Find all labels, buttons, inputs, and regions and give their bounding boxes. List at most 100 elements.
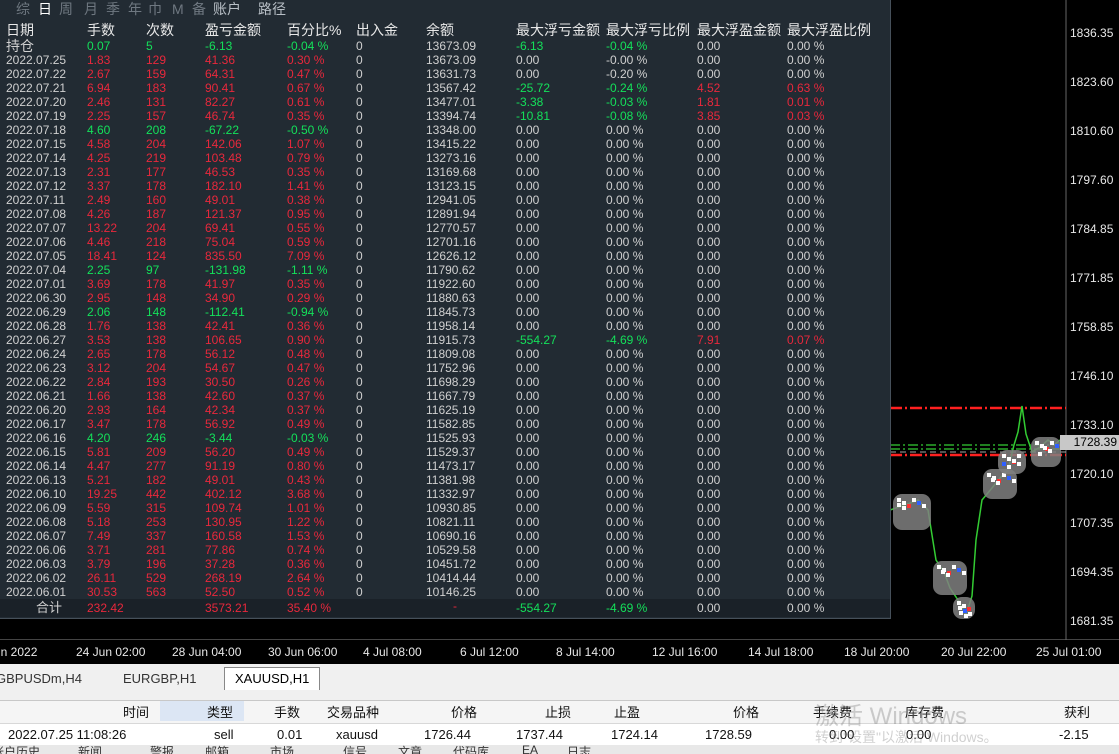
stats-tab-4[interactable]: 季 [106,1,120,17]
stats-cell: 26.11 [87,571,117,585]
trade-marker[interactable] [1038,452,1042,456]
stats-tab-1[interactable]: 日 [38,1,52,17]
trade-marker[interactable] [902,501,906,505]
stats-tab-3[interactable]: 月 [84,1,98,17]
symbol-tab-1[interactable]: EURGBP,H1 [123,670,196,688]
trade-marker[interactable] [957,568,961,572]
trade-marker[interactable] [962,604,966,608]
trade-marker[interactable] [937,565,941,569]
bottom-tab-2[interactable]: 警报 [150,745,174,754]
trade-marker[interactable] [959,611,963,615]
stats-cell: 10930.85 [426,501,477,515]
bottom-tab-1[interactable]: 新闻 [78,745,102,754]
stats-tab-5[interactable]: 年 [128,1,142,17]
trade-marker[interactable] [902,506,906,510]
trade-marker[interactable] [922,504,926,508]
stats-tab-7[interactable]: M [172,1,184,17]
stats-cell: 7.91 [697,333,721,347]
trade-marker[interactable] [968,612,972,616]
stats-cell: 0.00 [697,431,721,445]
stats-cell: -131.98 [205,263,246,277]
stats-cell: 268.19 [205,571,242,585]
trade-marker[interactable] [1048,449,1052,453]
bottom-tab-9[interactable]: 日志 [567,745,591,754]
stats-cell: 10821.11 [426,515,476,529]
trade-marker[interactable] [1012,479,1016,483]
trade-marker[interactable] [958,606,962,610]
trade-marker[interactable] [917,501,921,505]
trade-marker[interactable] [897,503,901,507]
stats-cell: 0 [356,319,363,333]
stats-cell: 13123.15 [426,179,477,193]
stats-tab-6[interactable]: 巾 [148,1,162,17]
stats-tab-2[interactable]: 周 [59,1,73,17]
stats-cell: 12626.12 [426,249,477,263]
stats-tab-8[interactable]: 备 [192,1,206,17]
trade-marker[interactable] [897,498,901,502]
bottom-tab-0[interactable]: 帐户历史 [0,745,40,754]
stats-cell: 182 [146,473,167,487]
trade-marker[interactable] [1035,441,1039,445]
trade-marker[interactable] [987,473,991,477]
total-max-float-profit: 0.00 [697,601,721,615]
bottom-tab-5[interactable]: 信号 [343,745,367,754]
stats-cell: 0.00 % [787,361,825,375]
trade-marker[interactable] [1002,454,1006,458]
trade-marker[interactable] [946,573,950,577]
trade-marker[interactable] [1007,457,1011,461]
stats-tab-0[interactable]: 综 [16,1,30,17]
stats-cell: 2.64 % [287,571,325,585]
trade-marker[interactable] [962,571,966,575]
trade-marker[interactable] [1002,462,1006,466]
stats-cell: 183 [146,81,167,95]
trade-marker[interactable] [1007,465,1011,469]
stats-cell: 0.00 [697,221,721,235]
stats-tab-9[interactable]: 账户 [213,1,241,17]
stats-cell: 2022.07.15 [6,137,67,151]
stats-cell: 0.00 [516,347,540,361]
trade-cell-1: sell [214,727,234,742]
trade-marker[interactable] [1043,446,1047,450]
stats-cell: 2022.06.09 [6,501,67,515]
trade-marker[interactable] [991,478,995,482]
total-percent: 35.40 % [287,601,332,615]
trade-marker[interactable] [963,609,967,613]
trade-marker[interactable] [967,607,971,611]
stats-cell: 0.00 % [606,585,644,599]
trade-marker[interactable] [912,498,916,502]
stats-cell: 13415.22 [426,137,477,151]
stats-cell: 13477.01 [426,95,477,109]
trade-marker[interactable] [1007,476,1011,480]
stats-cell: 0.00 % [606,459,644,473]
symbol-tab-0[interactable]: GBPUSDm,H4 [0,670,82,688]
time-axis-label: 18 Jul 20:00 [844,645,910,659]
trade-marker[interactable] [964,614,968,618]
bottom-tab-8[interactable]: EA [522,745,538,754]
stats-cell: 0.00 % [606,361,644,375]
stats-cell: 5.81 [87,445,111,459]
trade-marker[interactable] [941,570,945,574]
trade-marker[interactable] [952,565,956,569]
trade-marker[interactable] [1050,441,1054,445]
stats-cell: 4.25 [87,151,111,165]
trade-marker[interactable] [907,504,911,508]
trade-marker[interactable] [996,481,1000,485]
stats-cell: -6.13 [205,39,233,53]
bottom-tab-7[interactable]: 代码库 [453,745,489,754]
stats-cell: 3.12 [87,361,111,375]
stats-cell: 0.00 [697,403,721,417]
trade-marker[interactable] [1012,459,1016,463]
trade-marker[interactable] [1055,444,1059,448]
stats-cell: 1.81 [697,95,721,109]
symbol-tab-2[interactable]: XAUUSD,H1 [224,667,321,690]
stats-cell: 0.00 [516,305,540,319]
trade-marker[interactable] [1017,462,1021,466]
trade-marker[interactable] [957,601,961,605]
trade-marker[interactable] [1017,454,1021,458]
bottom-tab-3[interactable]: 邮箱 [205,745,229,754]
bottom-tab-6[interactable]: 文章 [398,745,422,754]
bottom-tab-4[interactable]: 市场 [270,745,294,754]
daily-stats-panel: 综日周月季年巾 M 备账户 路径 日期 手数 次数 盈亏金额 百分比% 出入金 余额 最大浮亏金额最… [0,0,891,619]
stats-tab-10[interactable]: 路径 [258,1,286,17]
stats-cell: 82.27 [205,95,236,109]
